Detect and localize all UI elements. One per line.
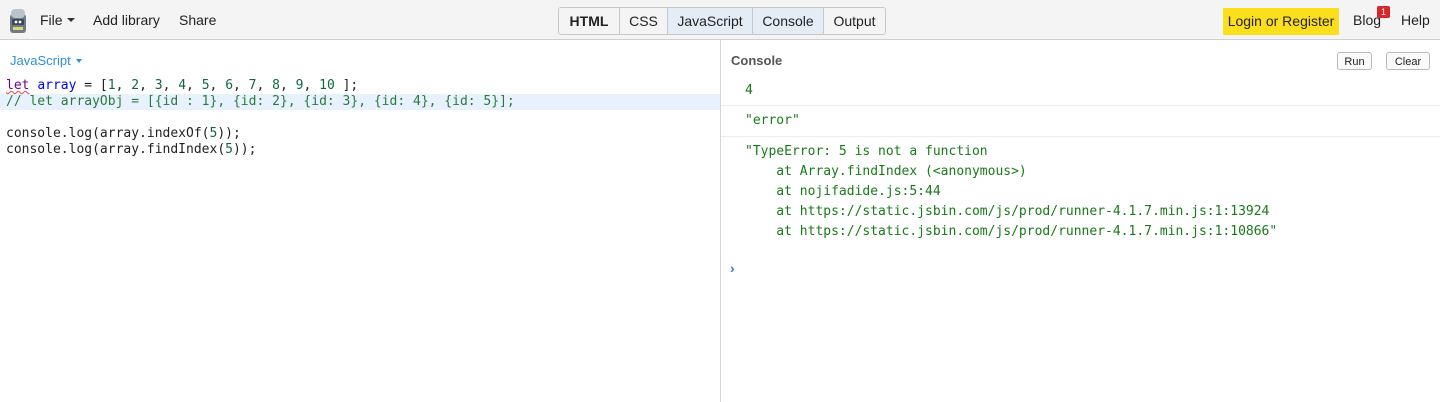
run-button[interactable]: Run [1337,52,1372,70]
code-line-5[interactable]: console.log(array.findIndex(5)); [0,142,720,158]
language-select-label: JavaScript [10,53,71,68]
share-button[interactable]: Share [179,12,216,28]
console-output-text: 4 [745,83,753,98]
tab-output[interactable]: Output [824,8,885,34]
tab-html[interactable]: HTML [559,8,620,34]
console-separator [721,136,1440,137]
console-output-text: "TypeError: 5 is not a function at Array… [745,144,1278,239]
login-register-button[interactable]: Login or Register [1223,8,1339,35]
code-line-4[interactable]: console.log(array.indexOf(5)); [0,126,720,142]
chevron-down-icon [66,18,75,23]
javascript-editor-pane: JavaScript let array = [1, 2, 3, 4, 5, 6… [0,40,720,402]
panel-toggle-group: HTML CSS JavaScript Console Output [558,7,886,35]
top-bar: File Add library Share HTML CSS JavaScri… [0,0,1440,40]
code-line-1[interactable]: let array = [1, 2, 3, 4, 5, 6, 7, 8, 9, … [0,78,720,94]
console-output-text: "error" [745,113,800,128]
file-menu-label: File [40,12,63,28]
language-select[interactable]: JavaScript [10,53,82,68]
code-line-3[interactable] [0,110,720,126]
console-pane: Console Run Clear 4 "error" "TypeError: … [721,40,1440,402]
console-separator [721,105,1440,106]
chevron-down-icon [75,58,82,63]
console-prompt-icon[interactable]: › [730,260,735,276]
jsbin-logo-icon[interactable] [7,8,29,34]
console-title: Console [731,53,783,68]
code-editor[interactable]: let array = [1, 2, 3, 4, 5, 6, 7, 8, 9, … [0,78,720,158]
tab-console[interactable]: Console [753,8,824,34]
help-link[interactable]: Help [1401,12,1430,28]
notification-badge: 1 [1377,6,1390,18]
console-output-3: "TypeError: 5 is not a function at Array… [721,142,1440,252]
tab-css[interactable]: CSS [620,8,668,34]
clear-button[interactable]: Clear [1386,52,1430,70]
add-library-button[interactable]: Add library [93,12,160,28]
file-menu[interactable]: File [40,12,75,28]
code-line-2[interactable]: // let arrayObj = [{id : 1}, {id: 2}, {i… [0,94,720,110]
tab-javascript[interactable]: JavaScript [668,8,753,34]
